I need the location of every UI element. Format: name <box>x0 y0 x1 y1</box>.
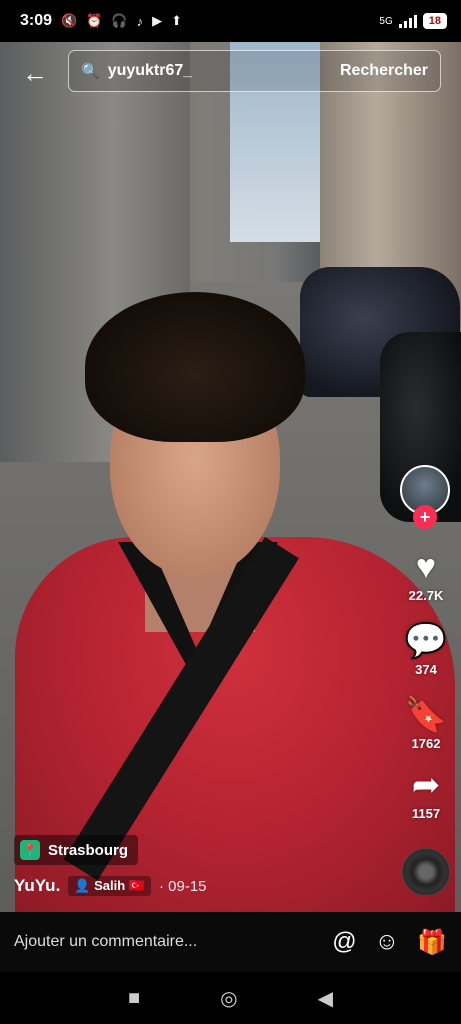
home-icon[interactable]: ◎ <box>220 986 237 1011</box>
share-count: 1157 <box>411 806 441 821</box>
upload-icon: ⬆ <box>171 13 182 28</box>
battery-icon: 18 <box>422 13 447 29</box>
like-button[interactable]: ♥ 22.7K <box>396 548 456 603</box>
comment-bar: Ajouter un commentaire... @ ☺ 🎁 <box>0 912 461 972</box>
network-label: 5G <box>379 15 393 27</box>
search-button[interactable]: Rechercher <box>340 62 428 80</box>
location-label: Strasbourg <box>48 841 129 859</box>
author-name[interactable]: YuYu. <box>14 876 60 896</box>
back-icon[interactable]: ◀ <box>318 986 333 1011</box>
play-icon: ▶ <box>152 13 163 28</box>
save-count: 1762 <box>411 736 441 751</box>
video-person-hair <box>85 292 305 442</box>
location-tag[interactable]: 📍 Strasbourg <box>14 835 139 865</box>
like-count: 22.7K <box>408 588 444 603</box>
mention-icon[interactable]: @ <box>332 928 356 956</box>
follow-plus-icon[interactable]: + <box>413 505 437 529</box>
gift-icon[interactable]: 🎁 <box>417 928 447 957</box>
tiktok-icon: ♪ <box>136 13 144 29</box>
alarm-icon: ⏰ <box>86 13 103 28</box>
heart-icon: ♥ <box>415 548 437 586</box>
comment-input[interactable]: Ajouter un commentaire... <box>14 933 314 951</box>
search-icon: 🔍 <box>81 63 100 80</box>
status-time: 3:09 <box>20 12 53 29</box>
search-box[interactable]: 🔍 yuyuktr67_ Rechercher <box>68 50 441 92</box>
share-icon: ➦ <box>411 766 441 804</box>
back-arrow-icon[interactable]: ← <box>22 58 48 89</box>
comment-button[interactable]: 💬 374 <box>396 622 456 677</box>
system-nav-bar: ■ ◎ ◀ <box>0 972 461 1024</box>
author-row: YuYu. 👤 Salih 🇹🇷 · 09-15 <box>14 876 207 896</box>
status-right: 5G 18 <box>379 13 447 29</box>
post-date: · 09-15 <box>159 877 207 895</box>
status-left: 3:09 🔇 ⏰ 🎧 ♪ ▶ ⬆ <box>20 12 182 30</box>
search-input[interactable]: yuyuktr67_ <box>108 62 340 80</box>
share-button[interactable]: ➦ 1157 <box>396 766 456 821</box>
recent-apps-icon[interactable]: ■ <box>128 987 140 1010</box>
comment-count: 374 <box>415 662 437 677</box>
music-disc-icon[interactable] <box>402 848 450 896</box>
bookmark-icon: 🔖 <box>404 696 448 734</box>
headphones-icon: 🎧 <box>111 13 128 28</box>
signal-icon <box>398 14 417 28</box>
status-bar: 3:09 🔇 ⏰ 🎧 ♪ ▶ ⬆ 5G 18 <box>0 0 461 42</box>
mute-icon: 🔇 <box>61 13 78 28</box>
location-pin-icon: 📍 <box>20 840 40 860</box>
emoji-icon[interactable]: ☺ <box>375 928 400 956</box>
collab-name: Salih <box>94 878 126 893</box>
save-button[interactable]: 🔖 1762 <box>396 696 456 751</box>
video-player[interactable] <box>0 42 461 912</box>
collab-tag[interactable]: 👤 Salih 🇹🇷 <box>68 876 151 896</box>
comment-icon: 💬 <box>404 622 448 660</box>
